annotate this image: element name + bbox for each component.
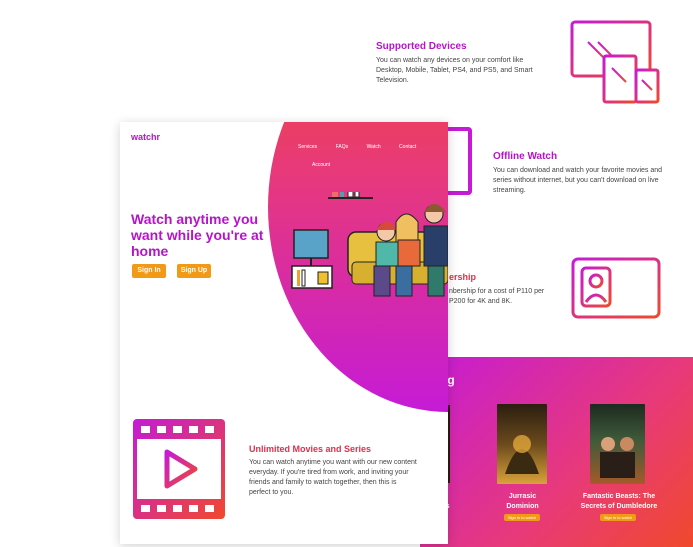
hero-card: watchr Services FAQs Watch Contact Accou… [120,122,448,544]
film-reel-icon [133,419,225,519]
unlimited-desc: You can watch anytime you want with our … [249,459,417,496]
poster-jurassic[interactable] [497,404,547,484]
devices-desc: You can watch any devices on your comfor… [376,57,533,84]
nav-account[interactable]: Account [312,162,330,168]
nav-services[interactable]: Services [298,144,317,150]
movie-title-jurassic: Jurrasic Dominion [506,493,539,510]
nav-faqs[interactable]: FAQs [336,144,349,150]
devices-title: Supported Devices [376,41,467,52]
sign-up-button[interactable]: Sign Up [177,264,211,278]
family-watching-illustration [288,173,448,312]
movies-section [420,357,693,547]
sign-in-button[interactable]: Sign In [132,264,166,278]
unlimited-title: Unlimited Movies and Series [249,444,372,454]
jurassic-watch-button[interactable]: Sign in to watch [504,514,540,521]
fantastic-watch-button[interactable]: Sign in to watch [600,514,636,521]
devices-icon [568,18,663,108]
offline-desc: You can download and watch your favorite… [493,167,663,194]
membership-title: ership [449,272,477,282]
poster-fantastic-beasts[interactable] [590,404,645,484]
nav-watch[interactable]: Watch [367,144,381,150]
nav-contact[interactable]: Contact [399,144,416,150]
offline-title: Offline Watch [493,151,558,162]
hero-headline: Watch anytime you want while you're at h… [131,211,264,259]
brand-logo[interactable]: watchr [131,132,160,142]
id-card-icon [570,256,662,320]
membership-desc: nbership for a cost of P110 per P200 for… [449,288,545,305]
movie-title-fantastic: Fantastic Beasts: The Secrets of Dumbled… [580,493,658,510]
top-nav: Services FAQs Watch Contact Account [298,135,448,171]
